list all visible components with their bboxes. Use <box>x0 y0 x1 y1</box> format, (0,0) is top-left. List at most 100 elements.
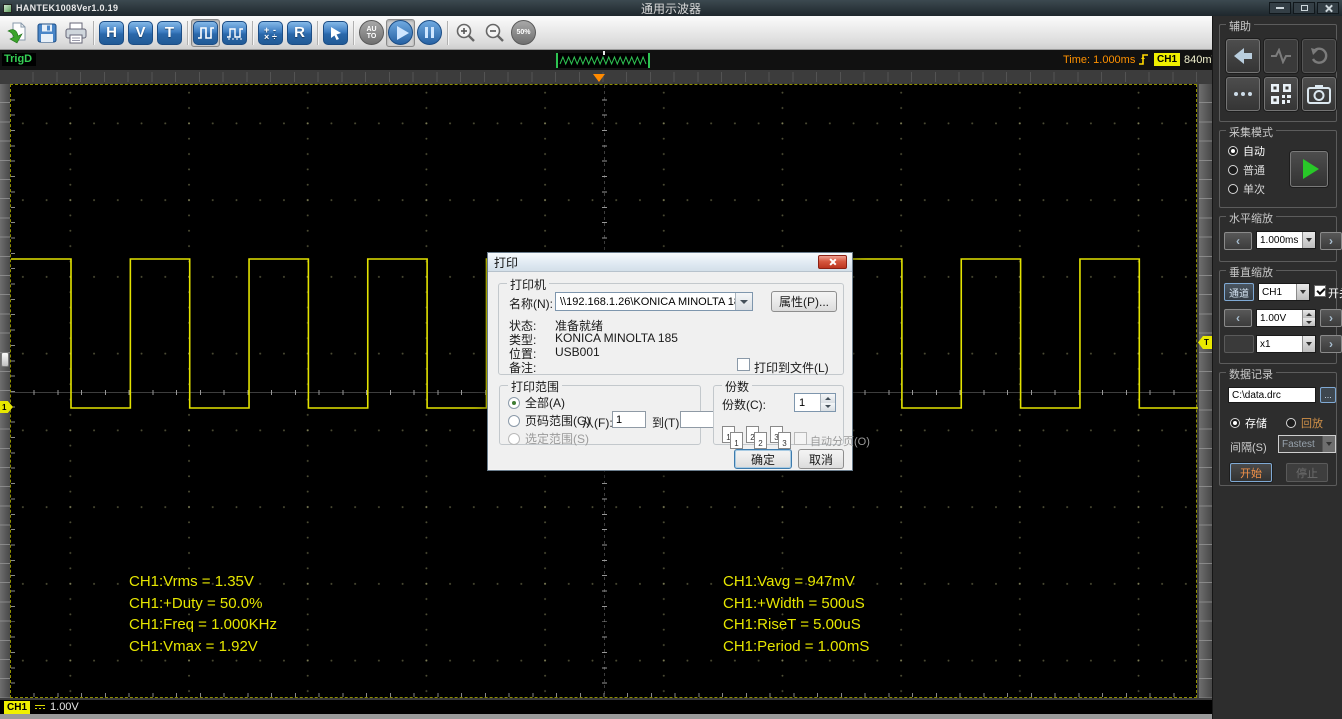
probe-mult-button[interactable]: › <box>1320 335 1342 353</box>
volts-per-div-spinner[interactable]: 1.00V <box>1256 309 1316 327</box>
horizontal-settings-button[interactable]: H <box>97 19 126 47</box>
timebase-increase-button[interactable]: › <box>1320 232 1342 250</box>
probe-mult-select[interactable]: x1 <box>1256 335 1316 353</box>
close-button[interactable] <box>1317 2 1339 14</box>
waveform-mode-button[interactable] <box>191 19 220 47</box>
radio-icon <box>508 415 520 427</box>
trigger-fifty-percent-button[interactable]: 50% <box>509 19 538 47</box>
waveform-preview[interactable] <box>556 53 650 68</box>
range-all-label: 全部(A) <box>525 394 565 411</box>
vertical-position-thumb[interactable] <box>1 352 9 367</box>
ellipsis-icon <box>1234 92 1252 96</box>
open-file-icon <box>6 21 30 45</box>
copies-group: 份数 份数(C): 1 1 1 2 2 3 3 自动分页(O) <box>713 385 844 445</box>
channel-info-bar: CH1 1.00V <box>0 700 1212 714</box>
replay-radio[interactable]: 回放 <box>1286 415 1323 431</box>
acq-single-radio[interactable]: 单次 <box>1228 181 1265 197</box>
record-path-field[interactable]: C:\data.drc <box>1228 387 1316 403</box>
minimize-button[interactable] <box>1269 2 1291 14</box>
trigger-settings-button[interactable]: T <box>155 19 184 47</box>
dropdown-arrow-icon[interactable] <box>1302 336 1315 352</box>
autoset-button[interactable]: AUTO <box>357 19 386 47</box>
math-button[interactable]: +- ×÷ <box>256 19 285 47</box>
dialog-close-button[interactable] <box>818 255 847 269</box>
probe-blank-button[interactable] <box>1224 335 1254 353</box>
reference-button[interactable]: R <box>285 19 314 47</box>
undo-button[interactable] <box>1302 39 1336 73</box>
ok-button[interactable]: 确定 <box>734 449 792 469</box>
cursor-arrow-icon <box>323 21 348 45</box>
vertical-settings-button[interactable]: V <box>126 19 155 47</box>
timebase-select[interactable]: 1.000ms <box>1256 231 1316 249</box>
left-scale-track[interactable] <box>0 84 10 698</box>
to-field[interactable] <box>680 411 714 428</box>
zoom-out-button[interactable] <box>480 19 509 47</box>
toolbar-separator <box>447 21 448 45</box>
channel1-scale: 1.00V <box>50 701 79 713</box>
qr-code-button[interactable] <box>1264 77 1298 111</box>
window-title: 通用示波器 <box>0 0 1342 17</box>
save-button[interactable] <box>32 19 61 47</box>
printer-properties-button[interactable]: 属性(P)... <box>771 291 837 312</box>
acq-normal-radio[interactable]: 普通 <box>1228 162 1265 178</box>
record-start-button[interactable]: 开始 <box>1230 463 1272 482</box>
volts-increase-button[interactable]: › <box>1320 309 1342 327</box>
printer-type-value: KONICA MINOLTA 185 <box>555 331 678 345</box>
print-button[interactable] <box>61 19 90 47</box>
measurement-vavg: CH1:Vavg = 947mV <box>723 571 869 593</box>
store-radio[interactable]: 存储 <box>1230 415 1267 431</box>
dropdown-arrow-icon[interactable] <box>735 293 752 310</box>
interval-value: Fastest <box>1279 439 1322 450</box>
maximize-button[interactable] <box>1293 2 1315 14</box>
print-dialog: 打印 打印机 名称(N): \\192.168.1.26\KONICA MINO… <box>487 252 853 471</box>
waveform-compare-button[interactable] <box>220 19 249 47</box>
waveform-icon <box>1270 48 1292 64</box>
printer-name-select[interactable]: \\192.168.1.26\KONICA MINOLTA 185 <box>555 292 753 311</box>
more-options-button[interactable] <box>1226 77 1260 111</box>
timebase-readout: Time: 1.000ms <box>1063 54 1135 66</box>
zoom-out-icon <box>484 22 506 44</box>
camera-icon <box>1307 84 1331 104</box>
waveform-tool-button[interactable] <box>1264 39 1298 73</box>
from-field[interactable]: 1 <box>612 411 646 428</box>
interval-select[interactable]: Fastest <box>1278 435 1336 453</box>
print-to-file-checkbox[interactable] <box>737 358 750 371</box>
title-bar: HANTEK1008Ver1.0.19 通用示波器 <box>0 0 1342 16</box>
zoom-in-button[interactable] <box>451 19 480 47</box>
print-dialog-titlebar[interactable]: 打印 <box>488 253 852 272</box>
screenshot-button[interactable] <box>1302 77 1336 111</box>
browse-button[interactable]: ... <box>1320 387 1336 403</box>
spinner-arrows[interactable] <box>1302 310 1315 326</box>
dropdown-arrow-icon[interactable] <box>1296 284 1309 300</box>
trigger-status: TrigD <box>2 53 36 66</box>
dropdown-arrow-icon[interactable] <box>1302 232 1315 248</box>
range-all-radio[interactable]: 全部(A) <box>508 394 565 411</box>
oscilloscope-app: HANTEK1008Ver1.0.19 通用示波器 <box>0 0 1342 719</box>
run-button[interactable] <box>386 19 415 47</box>
trigger-position-marker[interactable] <box>593 74 605 82</box>
spinner-arrows[interactable] <box>820 394 835 411</box>
record-stop-button[interactable]: 停止 <box>1286 463 1328 482</box>
channel-select[interactable]: CH1 <box>1258 283 1310 301</box>
dropdown-arrow-icon[interactable] <box>1322 436 1335 452</box>
right-scale-track[interactable] <box>1199 84 1212 698</box>
channel-button[interactable]: 通道 <box>1224 283 1254 301</box>
measurement-width: CH1:+Width = 500uS <box>723 593 869 615</box>
range-selection-radio[interactable]: 选定范围(S) <box>508 430 589 447</box>
acquisition-run-button[interactable] <box>1290 151 1328 187</box>
range-selection-label: 选定范围(S) <box>525 430 589 447</box>
back-button[interactable] <box>1226 39 1260 73</box>
pause-button[interactable] <box>415 19 444 47</box>
range-pages-radio[interactable]: 页码范围(G) <box>508 412 590 429</box>
copies-spinner[interactable]: 1 <box>794 393 836 412</box>
cursor-button[interactable] <box>321 19 350 47</box>
volts-decrease-button[interactable]: ‹ <box>1224 309 1252 327</box>
print-dialog-title: 打印 <box>494 254 518 271</box>
collate-checkbox[interactable] <box>794 432 807 445</box>
open-button[interactable] <box>3 19 32 47</box>
timebase-decrease-button[interactable]: ‹ <box>1224 232 1252 250</box>
channel-switch-checkbox[interactable] <box>1314 285 1326 297</box>
cancel-button[interactable]: 取消 <box>798 449 844 469</box>
measurements-left: CH1:Vrms = 1.35V CH1:+Duty = 50.0% CH1:F… <box>129 571 277 657</box>
acq-auto-radio[interactable]: 自动 <box>1228 143 1265 159</box>
